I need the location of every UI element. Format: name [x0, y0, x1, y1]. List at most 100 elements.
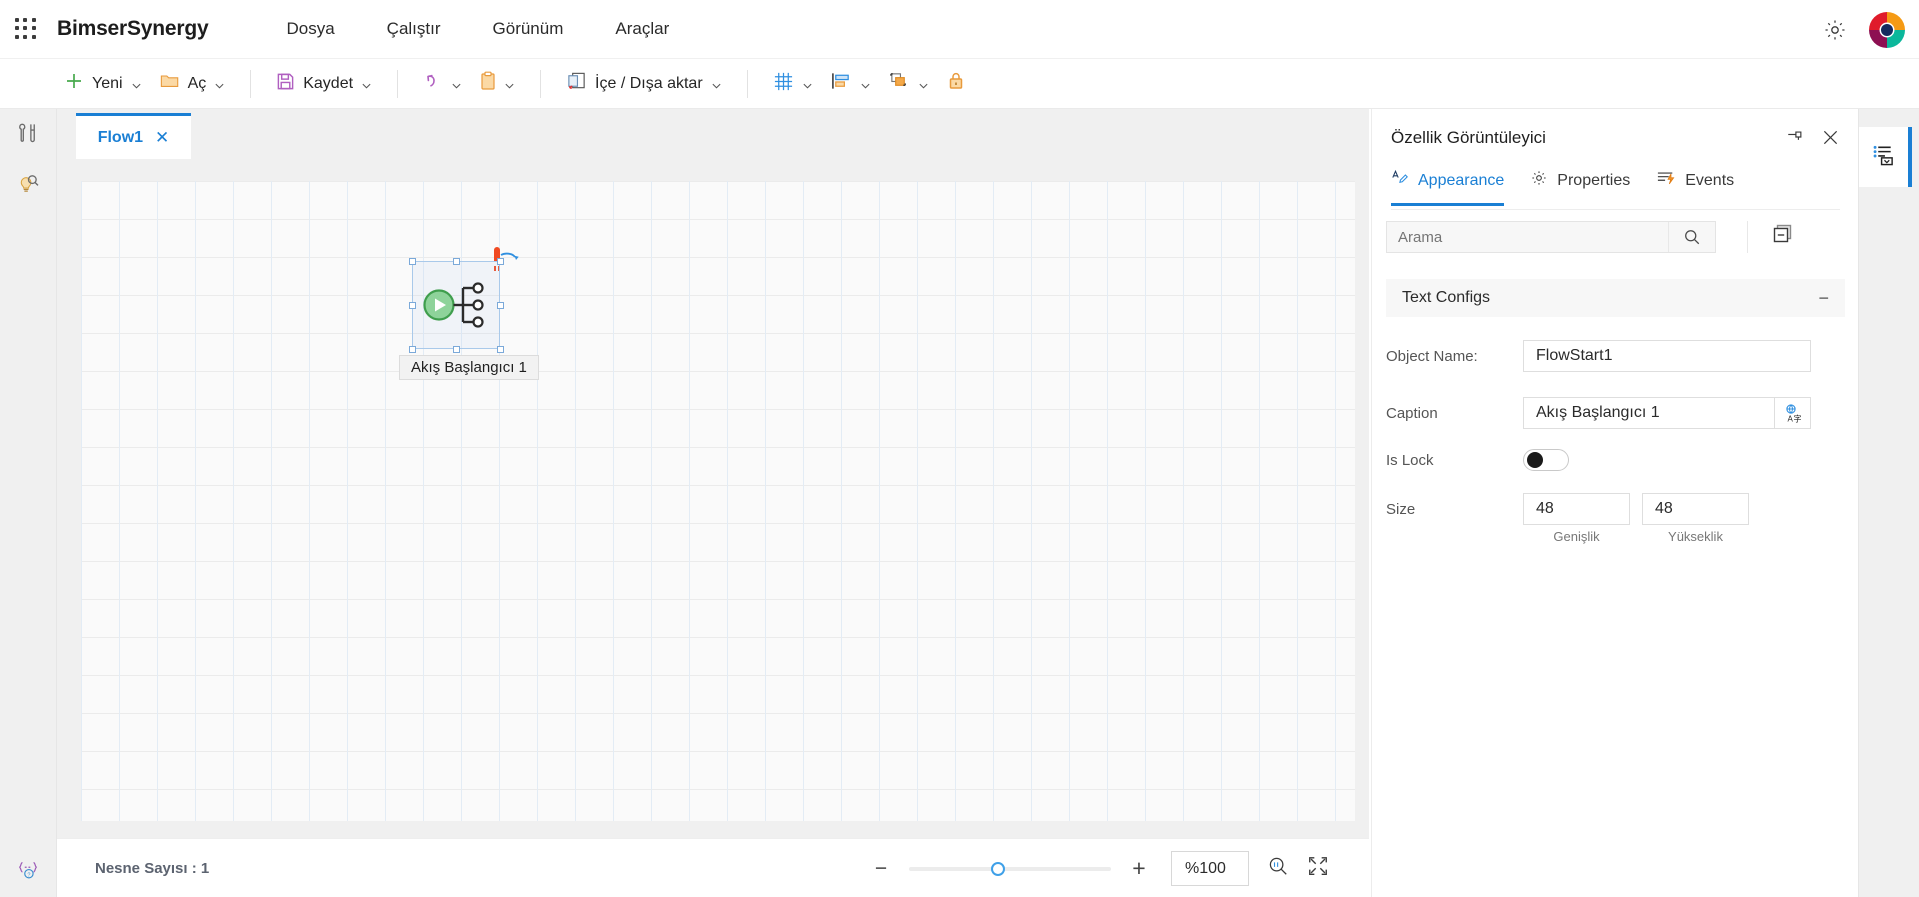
- resize-handle-s[interactable]: [453, 346, 460, 353]
- properties-panel-toggle[interactable]: [1859, 127, 1912, 187]
- chevron-down-icon[interactable]: [131, 78, 142, 89]
- new-button[interactable]: Yeni: [55, 66, 151, 101]
- undo-button[interactable]: [414, 66, 471, 101]
- collapse-all-icon[interactable]: [1772, 223, 1794, 250]
- group-shapes-button[interactable]: [880, 66, 938, 101]
- tab-appearance[interactable]: Appearance: [1391, 169, 1504, 206]
- events-icon: [1656, 169, 1676, 192]
- search-icon[interactable]: [1668, 222, 1715, 252]
- svg-text:字: 字: [1793, 414, 1801, 423]
- tab-flow1[interactable]: Flow1 ✕: [76, 113, 191, 159]
- clipboard-paste-icon: [480, 71, 496, 96]
- menu-item-araclar[interactable]: Araçlar: [589, 11, 695, 47]
- close-icon[interactable]: [1822, 129, 1839, 151]
- section-text-configs[interactable]: Text Configs −: [1386, 279, 1845, 317]
- tab-properties[interactable]: Properties: [1530, 169, 1630, 203]
- toolbox-icon[interactable]: [17, 121, 40, 149]
- zoom-slider-track: [909, 867, 1111, 871]
- chevron-down-icon[interactable]: [504, 78, 515, 89]
- chevron-down-icon[interactable]: [214, 78, 225, 89]
- lock-button[interactable]: [938, 66, 974, 101]
- chevron-down-icon[interactable]: [802, 78, 813, 89]
- group-shapes-icon: [889, 71, 910, 96]
- property-search[interactable]: [1386, 221, 1716, 253]
- main-menu: Dosya Çalıştır Görünüm Araçlar: [260, 11, 695, 47]
- field-object-name: Object Name: FlowStart1: [1386, 340, 1845, 372]
- chevron-down-icon[interactable]: [860, 78, 871, 89]
- gear-icon: [1530, 169, 1548, 192]
- open-button-label: Aç: [188, 75, 207, 93]
- is-lock-toggle[interactable]: [1523, 449, 1569, 471]
- zoom-out-button[interactable]: −: [867, 855, 895, 883]
- properties-panel-icon: [1872, 143, 1895, 171]
- zoom-reset-icon[interactable]: [1267, 855, 1289, 882]
- size-height-input[interactable]: 48: [1642, 493, 1749, 525]
- tab-appearance-label: Appearance: [1418, 172, 1504, 190]
- flow-start-node-label: Akış Başlangıcı 1: [399, 355, 539, 380]
- translate-icon[interactable]: A 字: [1775, 397, 1811, 429]
- resize-handle-e[interactable]: [497, 302, 504, 309]
- resize-handle-se[interactable]: [497, 346, 504, 353]
- flow-canvas[interactable]: Akış Başlangıcı 1: [81, 181, 1355, 821]
- undo-icon: [423, 71, 443, 96]
- chevron-down-icon[interactable]: [361, 78, 372, 89]
- user-avatar[interactable]: [1869, 12, 1905, 48]
- resize-handle-nw[interactable]: [409, 258, 416, 265]
- search-input[interactable]: [1387, 223, 1668, 251]
- zoom-in-button[interactable]: +: [1125, 855, 1153, 883]
- zoom-level-input[interactable]: %100: [1171, 851, 1249, 886]
- import-export-icon: [566, 71, 587, 96]
- panel-title: Özellik Görüntüleyici: [1391, 128, 1546, 148]
- ribbon-toolbar: Yeni Aç Kaydet: [0, 59, 1919, 109]
- grid-button[interactable]: [764, 66, 822, 102]
- toggle-knob: [1527, 452, 1543, 468]
- tab-events[interactable]: Events: [1656, 169, 1734, 203]
- tab-flow1-label: Flow1: [98, 129, 143, 147]
- pin-icon[interactable]: [1786, 128, 1804, 151]
- ribbon-separator: [540, 70, 541, 98]
- inspect-idea-icon[interactable]: [17, 171, 40, 199]
- menu-item-gorunum[interactable]: Görünüm: [467, 11, 590, 47]
- open-button[interactable]: Aç: [151, 67, 235, 100]
- field-size: Size 48 48: [1386, 493, 1845, 525]
- chevron-down-icon[interactable]: [711, 78, 722, 89]
- right-rail: [1858, 109, 1919, 897]
- caption-input[interactable]: Akış Başlangıcı 1: [1523, 397, 1775, 429]
- save-button[interactable]: Kaydet: [267, 67, 381, 101]
- svg-text:?: ?: [27, 872, 30, 878]
- caption-label: Caption: [1386, 405, 1523, 422]
- ribbon-separator: [747, 70, 748, 98]
- menu-item-calistir[interactable]: Çalıştır: [361, 11, 467, 47]
- import-export-button[interactable]: İçe / Dışa aktar: [557, 66, 731, 101]
- app-root: BimserSynergy Dosya Çalıştır Görünüm Ara…: [0, 0, 1919, 897]
- paste-button[interactable]: [471, 66, 524, 101]
- settings-gear-icon[interactable]: [1823, 18, 1847, 42]
- app-launcher-icon[interactable]: [13, 16, 39, 42]
- is-lock-label: Is Lock: [1386, 452, 1523, 469]
- resize-handle-w[interactable]: [409, 302, 416, 309]
- chevron-down-icon[interactable]: [451, 78, 462, 89]
- object-count-label: Nesne Sayısı : 1: [95, 860, 209, 877]
- resize-handle-sw[interactable]: [409, 346, 416, 353]
- size-width-caption: Genişlik: [1523, 529, 1630, 544]
- code-snippet-icon[interactable]: ?: [16, 859, 40, 886]
- tab-close-icon[interactable]: ✕: [155, 129, 169, 146]
- flow-start-node-icon[interactable]: [418, 265, 498, 345]
- resize-handle-ne[interactable]: [497, 258, 504, 265]
- object-name-input[interactable]: FlowStart1: [1523, 340, 1811, 372]
- align-button[interactable]: [822, 66, 880, 101]
- plus-icon: [64, 71, 84, 96]
- align-icon: [831, 71, 852, 96]
- zoom-slider-knob[interactable]: [991, 862, 1005, 876]
- left-tool-rail: ?: [0, 109, 57, 897]
- fit-to-screen-icon[interactable]: [1307, 855, 1329, 882]
- menu-item-dosya[interactable]: Dosya: [260, 11, 360, 47]
- zoom-slider[interactable]: [909, 859, 1111, 879]
- chevron-down-icon[interactable]: [918, 78, 929, 89]
- size-width-input[interactable]: 48: [1523, 493, 1630, 525]
- top-bar-actions: [1823, 0, 1905, 59]
- tab-events-label: Events: [1685, 172, 1734, 190]
- resize-handle-n[interactable]: [453, 258, 460, 265]
- section-collapse-toggle[interactable]: −: [1818, 289, 1829, 307]
- property-viewer-panel: Özellik Görüntüleyici: [1371, 109, 1858, 897]
